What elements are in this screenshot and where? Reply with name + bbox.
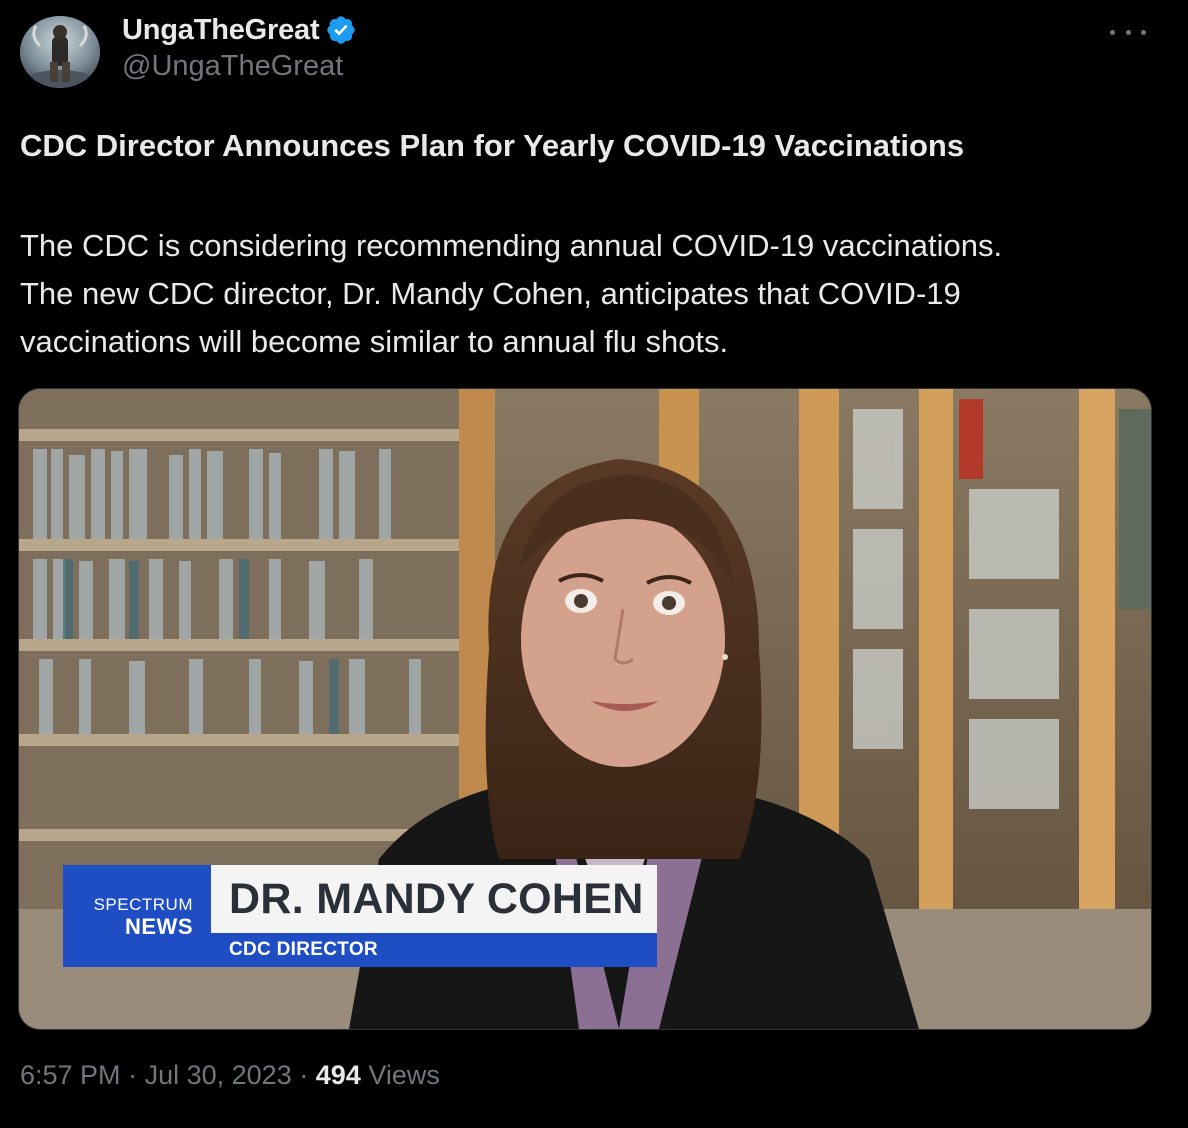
- video-media[interactable]: SPECTRUM NEWS DR. MANDY COHEN CDC DIRECT…: [18, 388, 1152, 1030]
- tweet-body-line: The new CDC director, Dr. Mandy Cohen, a…: [20, 276, 961, 311]
- display-name[interactable]: UngaTheGreat: [122, 14, 320, 47]
- tweet-body-line: The CDC is considering recommending annu…: [20, 228, 1003, 263]
- avatar[interactable]: [20, 16, 100, 88]
- tweet-headline: CDC Director Announces Plan for Yearly C…: [20, 128, 965, 163]
- views-label: Views: [368, 1060, 440, 1090]
- person-title: CDC DIRECTOR: [211, 933, 657, 967]
- meta-separator: ·: [299, 1060, 309, 1090]
- lower-third: SPECTRUM NEWS DR. MANDY COHEN CDC DIRECT…: [63, 865, 657, 967]
- news-brand-logo: SPECTRUM NEWS: [63, 865, 211, 967]
- handle[interactable]: @UngaTheGreat: [122, 50, 343, 83]
- tweet-body-line: vaccinations will become similar to annu…: [20, 324, 729, 359]
- brand-bottom-text: NEWS: [125, 914, 193, 939]
- author-name-row[interactable]: UngaTheGreat: [122, 12, 357, 48]
- tweet-time[interactable]: 6:57 PM: [20, 1060, 121, 1090]
- views-count[interactable]: 494: [316, 1060, 361, 1090]
- verified-badge-icon: [327, 16, 356, 44]
- brand-top-text: SPECTRUM: [93, 895, 193, 914]
- meta-separator: ·: [128, 1060, 138, 1090]
- tweet: UngaTheGreat @UngaTheGreat CDC Director …: [0, 0, 1188, 1128]
- tweet-date[interactable]: Jul 30, 2023: [145, 1060, 292, 1090]
- tweet-body: The CDC is considering recommending annu…: [20, 222, 1160, 366]
- person-name: DR. MANDY COHEN: [211, 865, 657, 933]
- avatar-image: [20, 16, 100, 88]
- name-box: DR. MANDY COHEN CDC DIRECTOR: [211, 865, 657, 967]
- tweet-meta: 6:57 PM · Jul 30, 2023 · 494 Views: [20, 1060, 440, 1091]
- more-horizontal-icon[interactable]: [1110, 22, 1146, 42]
